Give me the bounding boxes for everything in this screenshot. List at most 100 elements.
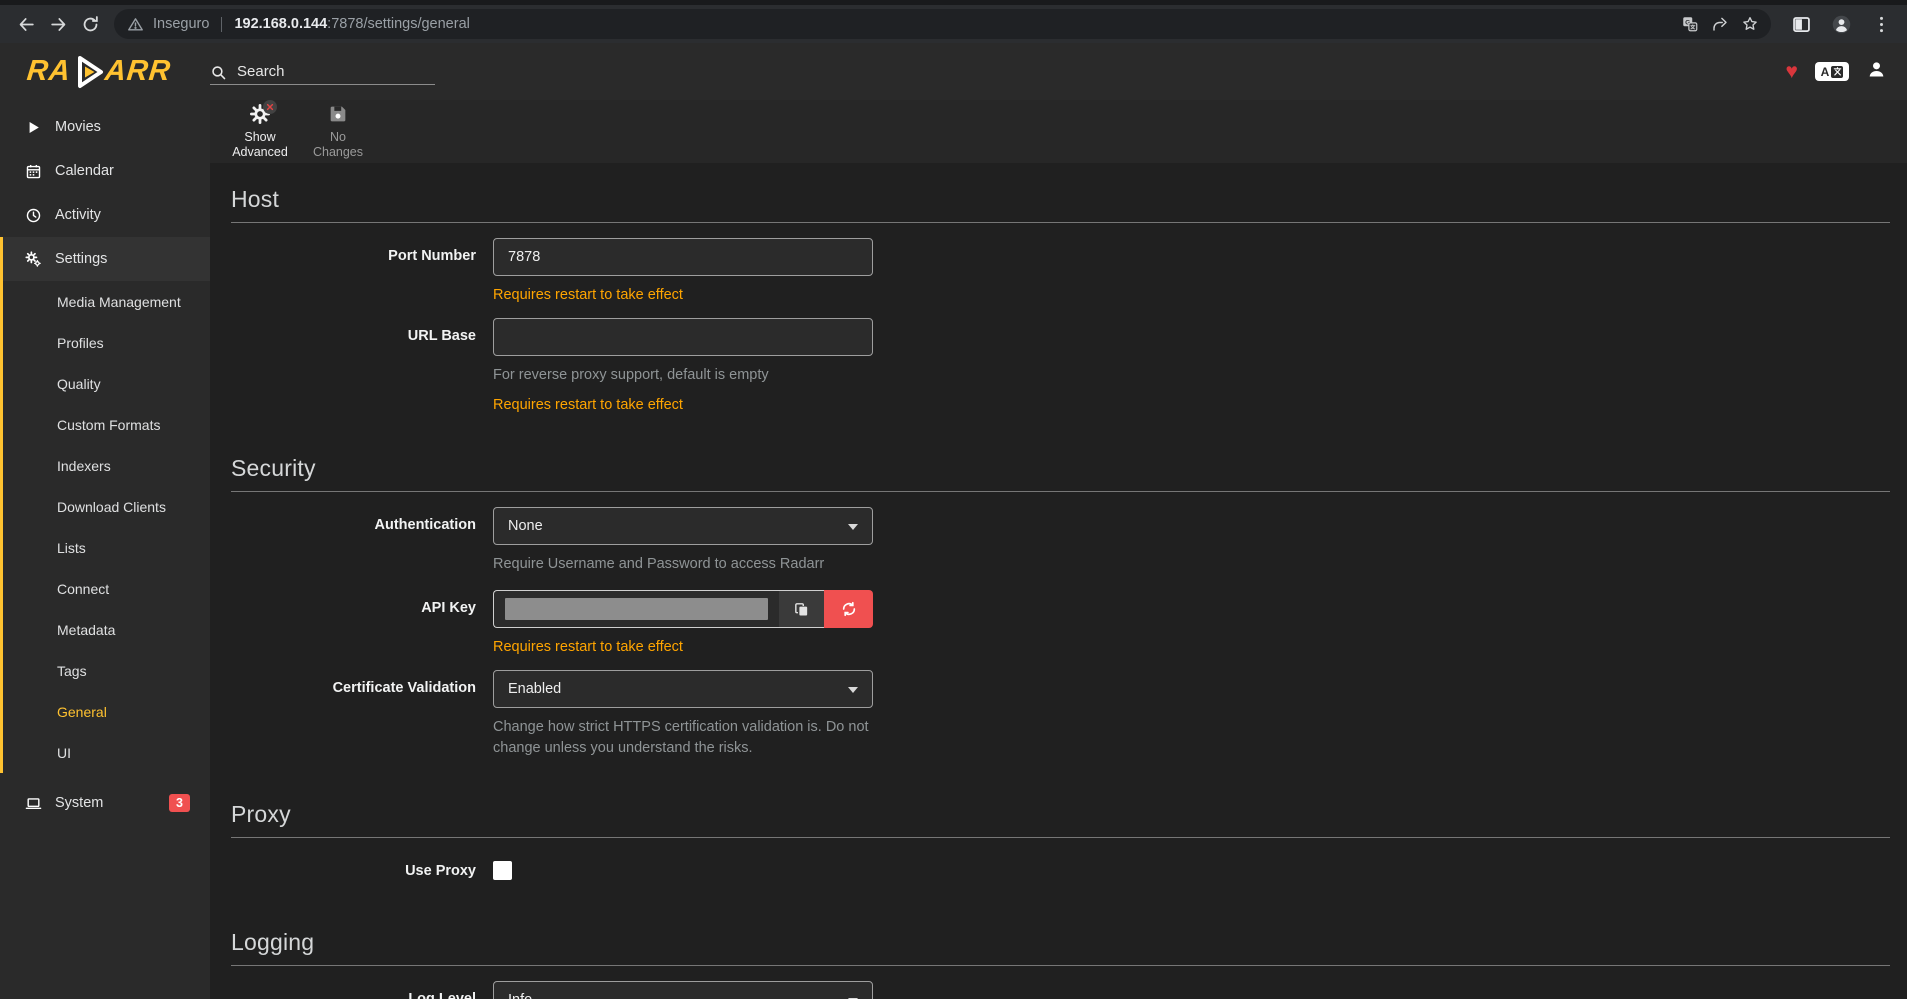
port-number-label: Port Number <box>231 238 493 303</box>
url-text: 192.168.0.144:7878/settings/general <box>234 16 469 32</box>
radarr-logo[interactable]: RA ARR <box>27 53 171 91</box>
authentication-select[interactable]: None <box>493 507 873 545</box>
translate-glyph-icon <box>1831 66 1843 78</box>
radarr-play-icon <box>69 53 107 91</box>
bookmark-star-button[interactable] <box>1735 10 1765 38</box>
regenerate-api-key-button[interactable] <box>824 590 873 628</box>
sidebar-item-profiles[interactable]: Profiles <box>0 322 210 363</box>
gears-icon <box>25 251 42 268</box>
certificate-validation-label: Certificate Validation <box>231 670 493 759</box>
restart-warning: Requires restart to take effect <box>493 639 873 655</box>
browser-back-button[interactable] <box>10 8 42 40</box>
certificate-validation-row: Certificate Validation Enabled Change ho… <box>231 670 1890 759</box>
sidebar-item-tags[interactable]: Tags <box>0 650 210 691</box>
browser-reload-button[interactable] <box>74 8 106 40</box>
search-icon <box>210 64 227 81</box>
section-divider <box>231 222 1890 223</box>
sidebar-item-custom-formats[interactable]: Custom Formats <box>0 404 210 445</box>
redacted-api-key <box>505 598 768 620</box>
browser-profile-button[interactable] <box>1825 8 1857 40</box>
insecure-warning-icon <box>127 16 144 33</box>
url-base-help: For reverse proxy support, default is em… <box>493 365 873 386</box>
section-divider <box>231 491 1890 492</box>
search-box[interactable] <box>210 62 435 85</box>
use-proxy-label: Use Proxy <box>231 853 493 885</box>
sidebar-item-label: Movies <box>55 119 101 135</box>
advanced-off-badge <box>263 100 277 114</box>
sidebar-item-lists[interactable]: Lists <box>0 527 210 568</box>
sidebar-item-indexers[interactable]: Indexers <box>0 445 210 486</box>
sidebar-item-ui[interactable]: UI <box>0 732 210 773</box>
user-button[interactable] <box>1866 59 1887 85</box>
browser-forward-button[interactable] <box>42 8 74 40</box>
use-proxy-checkbox[interactable] <box>493 861 512 880</box>
page-toolbar: Show Advanced No Changes <box>210 100 1907 163</box>
sync-icon <box>841 601 857 617</box>
forward-arrow-icon <box>49 15 68 34</box>
browser-menu-button[interactable] <box>1865 8 1897 40</box>
translate-page-button[interactable]: G <box>1675 10 1705 38</box>
api-key-label: API Key <box>231 590 493 655</box>
browser-address-bar[interactable]: Inseguro 192.168.0.144:7878/settings/gen… <box>114 9 1771 39</box>
chevron-down-icon <box>848 687 858 693</box>
section-divider <box>231 965 1890 966</box>
copy-api-key-button[interactable] <box>779 590 824 628</box>
side-panel-button[interactable] <box>1785 8 1817 40</box>
sidebar-item-media-management[interactable]: Media Management <box>0 281 210 322</box>
sidebar-item-system[interactable]: System 3 <box>0 781 210 825</box>
sidebar-item-connect[interactable]: Connect <box>0 568 210 609</box>
url-host: 192.168.0.144 <box>234 16 327 32</box>
main-area: Show Advanced No Changes Host Port Numbe… <box>210 100 1907 999</box>
log-level-row: Log Level Info <box>231 981 1890 999</box>
section-title: Logging <box>231 929 1890 956</box>
sidebar-item-quality[interactable]: Quality <box>0 363 210 404</box>
donate-heart-icon[interactable]: ♥ <box>1786 61 1798 82</box>
settings-general-page: Host Port Number Requires restart to tak… <box>210 163 1907 999</box>
api-key-input[interactable] <box>493 590 779 628</box>
sidebar-item-label: Calendar <box>55 163 114 179</box>
api-key-row: API Key Re <box>231 590 1890 655</box>
kebab-menu-icon <box>1871 14 1892 35</box>
user-icon <box>1866 59 1887 80</box>
certificate-validation-select[interactable]: Enabled <box>493 670 873 708</box>
address-bar-divider <box>221 17 222 32</box>
port-number-input[interactable] <box>493 238 873 276</box>
sidebar-item-metadata[interactable]: Metadata <box>0 609 210 650</box>
sidebar-item-movies[interactable]: Movies <box>0 105 210 149</box>
section-title: Security <box>231 455 1890 482</box>
sidebar-item-calendar[interactable]: Calendar <box>0 149 210 193</box>
chevron-down-icon <box>848 524 858 530</box>
authentication-help: Require Username and Password to access … <box>493 554 873 575</box>
save-changes-button[interactable]: No Changes <box>305 103 371 160</box>
browser-toolbar: Inseguro 192.168.0.144:7878/settings/gen… <box>0 0 1907 43</box>
section-divider <box>231 837 1890 838</box>
share-button[interactable] <box>1705 10 1735 38</box>
search-input[interactable] <box>235 62 435 81</box>
sidebar: Movies Calendar Activity Settings Media … <box>0 100 210 999</box>
app-header: RA ARR ♥ A <box>0 43 1907 100</box>
sidebar-item-download-clients[interactable]: Download Clients <box>0 486 210 527</box>
sidebar-item-settings[interactable]: Settings <box>0 237 210 281</box>
sidebar-item-label: Activity <box>55 207 101 223</box>
sidebar-item-general[interactable]: General <box>0 691 210 732</box>
host-section: Host Port Number Requires restart to tak… <box>231 186 1890 413</box>
no-changes-label: No Changes <box>305 130 371 160</box>
translate-letter-a: A <box>1821 65 1830 79</box>
system-health-badge: 3 <box>169 794 190 812</box>
laptop-icon <box>25 795 42 812</box>
log-level-label: Log Level <box>231 981 493 999</box>
log-level-select[interactable]: Info <box>493 981 873 999</box>
calendar-icon <box>25 163 42 180</box>
copy-icon <box>793 601 810 618</box>
sidebar-item-label: System <box>55 795 103 811</box>
port-number-row: Port Number Requires restart to take eff… <box>231 238 1890 303</box>
play-icon <box>25 119 42 136</box>
sidebar-item-activity[interactable]: Activity <box>0 193 210 237</box>
url-base-input[interactable] <box>493 318 873 356</box>
google-translate-icon: G <box>1681 15 1699 33</box>
translate-widget-button[interactable]: A <box>1815 62 1849 81</box>
show-advanced-button[interactable]: Show Advanced <box>227 103 293 160</box>
restart-warning: Requires restart to take effect <box>493 397 873 413</box>
sidebar-item-label: Settings <box>55 251 107 267</box>
section-title: Proxy <box>231 801 1890 828</box>
